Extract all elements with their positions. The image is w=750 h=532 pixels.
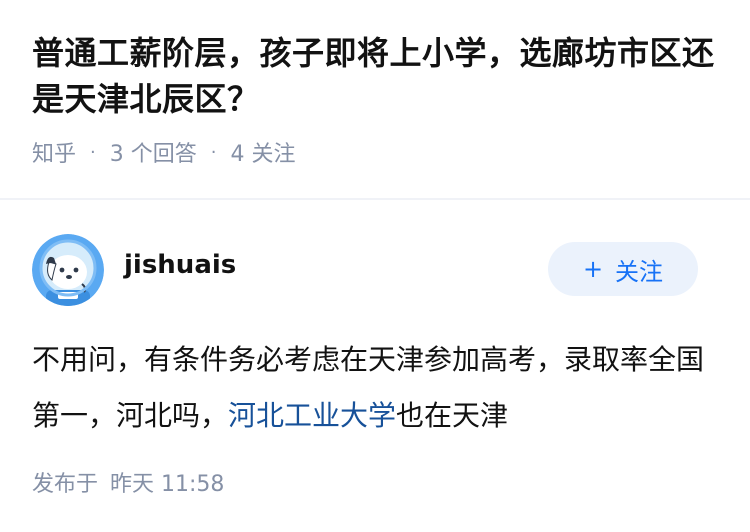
- answer-count[interactable]: 3 个回答: [110, 136, 197, 168]
- meta-separator: ·: [210, 141, 217, 163]
- follower-count[interactable]: 4 关注: [230, 136, 295, 168]
- publish-time: 发布于 昨天 11:58: [32, 466, 224, 498]
- author-row: jishuais + 关注: [32, 234, 718, 306]
- follow-button[interactable]: + 关注: [548, 242, 698, 296]
- question-meta: 知乎 · 3 个回答 · 4 关注: [32, 136, 718, 168]
- question-title[interactable]: 普通工薪阶层，孩子即将上小学，选廊坊市区还是天津北辰区？: [32, 30, 718, 122]
- answer-card: jishuais + 关注 不用问，有条件务必考虑在天津参加高考，录取率全国第一…: [0, 200, 750, 532]
- answer-content: 不用问，有条件务必考虑在天津参加高考，录取率全国第一，河北吗，河北工业大学也在天…: [32, 332, 712, 444]
- plus-icon: +: [582, 255, 604, 283]
- publish-prefix: 发布于: [32, 472, 99, 497]
- dog-astronaut-icon: [32, 234, 104, 306]
- school-link[interactable]: 河北工业大学: [228, 399, 396, 432]
- meta-separator: ·: [90, 141, 96, 163]
- follow-button-label: 关注: [615, 257, 664, 286]
- answer-text-end: 也在天津: [396, 399, 509, 432]
- avatar[interactable]: [32, 234, 104, 306]
- question-header: 普通工薪阶层，孩子即将上小学，选廊坊市区还是天津北辰区？ 知乎 · 3 个回答 …: [0, 0, 750, 170]
- author-name[interactable]: jishuais: [124, 250, 236, 280]
- publish-timestamp: 昨天 11:58: [110, 472, 225, 497]
- source-label[interactable]: 知乎: [32, 136, 76, 168]
